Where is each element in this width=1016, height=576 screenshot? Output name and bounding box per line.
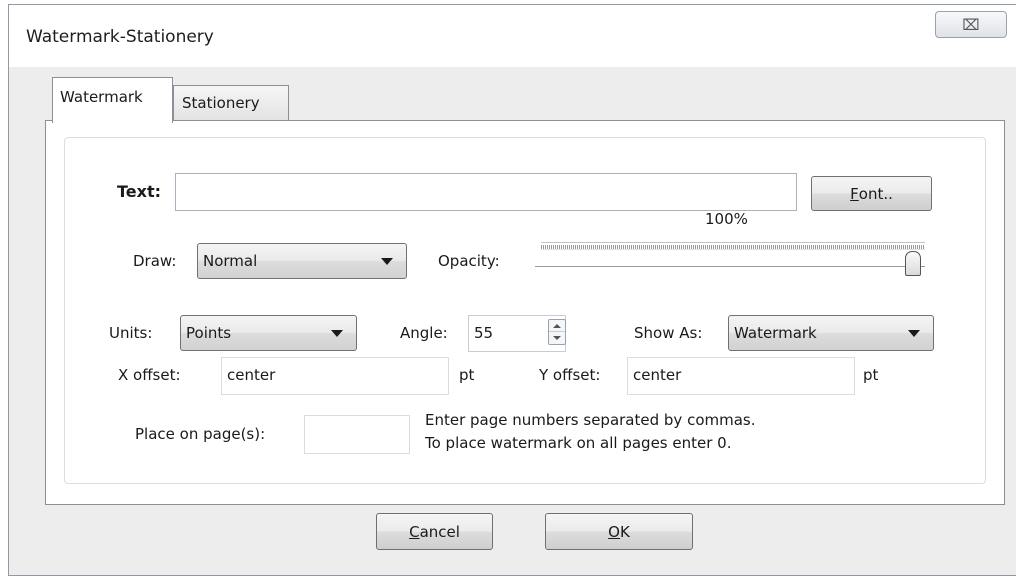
arrow-up-icon [553,323,561,328]
opacity-value: 100% [705,210,748,228]
place-on-pages-input[interactable] [304,415,410,454]
y-offset-label: Y offset: [539,366,601,384]
show-as-label: Show As: [634,324,703,342]
title-bar: Watermark-Stationery ⌧ [9,5,1016,67]
text-input[interactable] [175,173,797,211]
y-offset-input[interactable]: center [627,357,855,395]
tab-stationery[interactable]: Stationery [173,85,289,121]
font-button-mnemonic: F [850,184,859,203]
opacity-slider-thumb[interactable] [905,251,921,276]
tab-watermark[interactable]: Watermark [52,77,173,123]
angle-value: 55 [474,324,494,342]
units-select-value: Points [186,324,232,342]
show-as-select-value: Watermark [734,324,817,342]
ok-button-mnemonic: O [608,522,620,541]
chevron-down-icon [331,330,343,337]
watermark-settings-group: Text: Font.. Draw: Normal Opacity: 100% … [64,137,986,484]
chevron-down-icon [908,330,920,337]
text-label: Text: [117,182,162,201]
spin-up-button[interactable] [549,320,565,332]
ok-button-label: K [619,522,630,541]
dialog-title: Watermark-Stationery [26,27,214,47]
opacity-slider-track[interactable] [535,266,925,269]
opacity-label: Opacity: [438,252,500,270]
place-hint-line1: Enter page numbers separated by commas. [425,411,756,429]
draw-label: Draw: [133,252,177,270]
angle-spinner[interactable] [548,319,566,345]
x-offset-input[interactable]: center [221,357,449,395]
place-hint-line2: To place watermark on all pages enter 0. [425,434,732,452]
place-on-pages-label: Place on page(s): [135,425,266,443]
cancel-button[interactable]: Cancel [376,513,493,550]
show-as-select[interactable]: Watermark [728,315,934,351]
font-button[interactable]: Font.. [811,176,932,211]
opacity-slider-ticks [541,242,925,250]
watermark-tab-panel: Text: Font.. Draw: Normal Opacity: 100% … [45,120,1005,505]
ok-button[interactable]: OK [545,513,693,550]
draw-select-value: Normal [203,252,258,270]
y-offset-unit: pt [863,366,879,384]
units-select[interactable]: Points [180,315,357,351]
units-label: Units: [109,324,153,342]
close-icon: ⌧ [962,15,980,34]
x-offset-unit: pt [459,366,475,384]
x-offset-label: X offset: [118,366,181,384]
close-button[interactable]: ⌧ [935,11,1007,38]
spin-down-button[interactable] [549,332,565,344]
watermark-stationery-dialog: Watermark-Stationery ⌧ Watermark Station… [8,4,1016,576]
chevron-down-icon [381,258,393,265]
tab-watermark-label: Watermark [60,88,143,106]
cancel-button-label: ancel [419,522,460,541]
draw-select[interactable]: Normal [197,243,407,279]
arrow-down-icon [553,336,561,340]
font-button-label: ont.. [858,184,893,203]
tab-stationery-label: Stationery [182,94,260,112]
angle-label: Angle: [400,324,448,342]
cancel-button-mnemonic: C [409,522,420,541]
